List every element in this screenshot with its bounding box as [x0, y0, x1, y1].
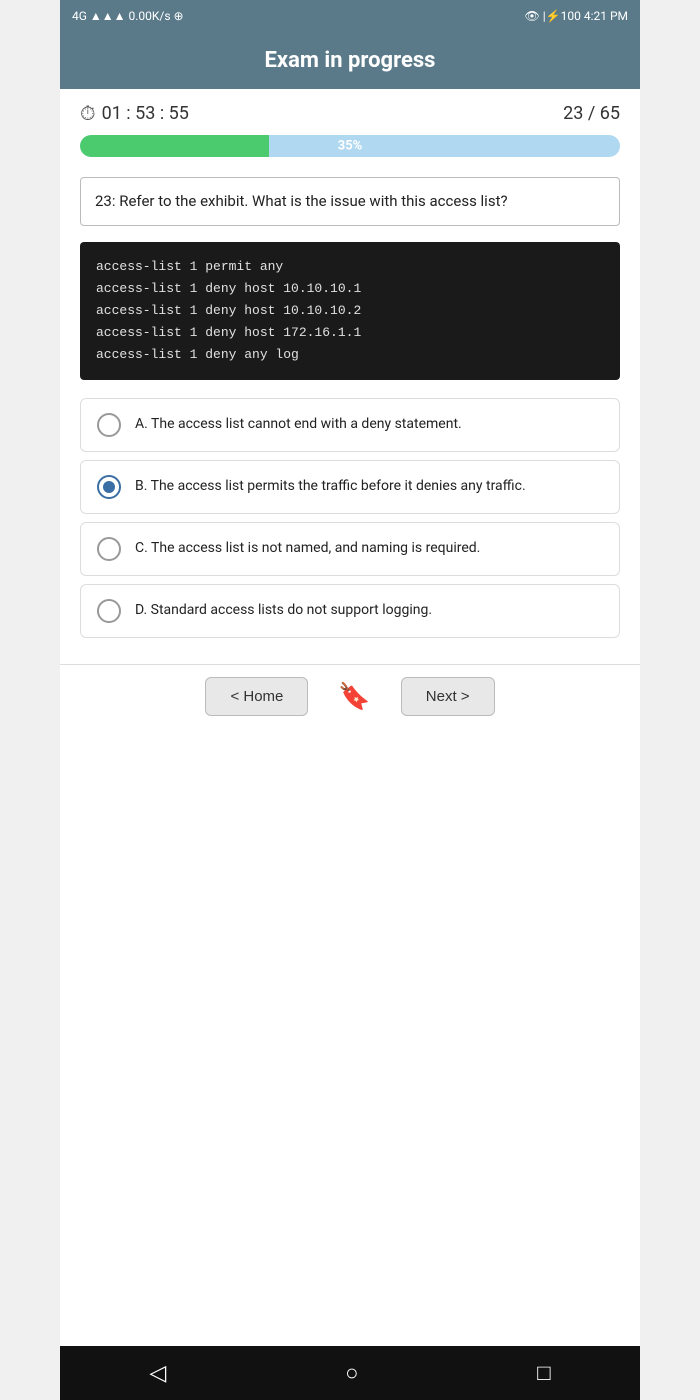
radio-c[interactable] — [97, 537, 121, 561]
timer-value: 01 : 53 : 55 — [102, 103, 189, 124]
status-signal: 4G ▲▲▲ 0.00K/s ⊕ — [72, 9, 184, 23]
code-line-3: access-list 1 deny host 10.10.10.2 — [96, 300, 604, 322]
status-bar: 4G ▲▲▲ 0.00K/s ⊕ 👁 |⚡100 4:21 PM — [60, 0, 640, 32]
exam-header: Exam in progress — [60, 32, 640, 89]
option-a-text: A. The access list cannot end with a den… — [135, 414, 462, 435]
option-c-text: C. The access list is not named, and nam… — [135, 538, 480, 559]
code-line-4: access-list 1 deny host 172.16.1.1 — [96, 322, 604, 344]
progress-bar-container: 35% — [80, 135, 620, 157]
timer-row: ⏱ 01 : 53 : 55 23 / 65 — [60, 89, 640, 131]
option-d-text: D. Standard access lists do not support … — [135, 600, 432, 621]
timer-icon: ⏱ — [80, 101, 96, 125]
android-recent-icon[interactable]: □ — [537, 1360, 550, 1386]
android-back-icon[interactable]: ◁ — [149, 1361, 166, 1386]
code-line-2: access-list 1 deny host 10.10.10.1 — [96, 278, 604, 300]
question-count: 23 / 65 — [563, 103, 620, 124]
code-line-1: access-list 1 permit any — [96, 256, 604, 278]
status-left: 4G ▲▲▲ 0.00K/s ⊕ — [72, 9, 184, 23]
bottom-bar: < Home 🔖 Next > — [60, 664, 640, 728]
next-button[interactable]: Next > — [401, 677, 495, 716]
status-icons: 👁 |⚡100 4:21 PM — [525, 9, 628, 23]
radio-a[interactable] — [97, 413, 121, 437]
radio-d[interactable] — [97, 599, 121, 623]
option-d[interactable]: D. Standard access lists do not support … — [80, 584, 620, 638]
progress-bar-fill — [80, 135, 269, 157]
option-a[interactable]: A. The access list cannot end with a den… — [80, 398, 620, 452]
home-button[interactable]: < Home — [205, 677, 308, 716]
timer-left: ⏱ 01 : 53 : 55 — [80, 101, 189, 125]
android-nav-bar: ◁ ○ □ — [60, 1346, 640, 1400]
options-container: A. The access list cannot end with a den… — [80, 398, 620, 638]
question-text: 23: Refer to the exhibit. What is the is… — [95, 192, 508, 210]
exam-title: Exam in progress — [265, 48, 436, 73]
radio-b[interactable] — [97, 475, 121, 499]
android-home-icon[interactable]: ○ — [345, 1360, 358, 1386]
option-b[interactable]: B. The access list permits the traffic b… — [80, 460, 620, 514]
option-c[interactable]: C. The access list is not named, and nam… — [80, 522, 620, 576]
code-block: access-list 1 permit any access-list 1 d… — [80, 242, 620, 380]
radio-b-fill — [103, 481, 115, 493]
progress-label: 35% — [338, 139, 363, 154]
code-line-5: access-list 1 deny any log — [96, 344, 604, 366]
status-right: 👁 |⚡100 4:21 PM — [525, 9, 628, 23]
option-b-text: B. The access list permits the traffic b… — [135, 476, 526, 497]
question-box: 23: Refer to the exhibit. What is the is… — [80, 177, 620, 226]
bookmark-button[interactable]: 🔖 — [338, 681, 370, 712]
